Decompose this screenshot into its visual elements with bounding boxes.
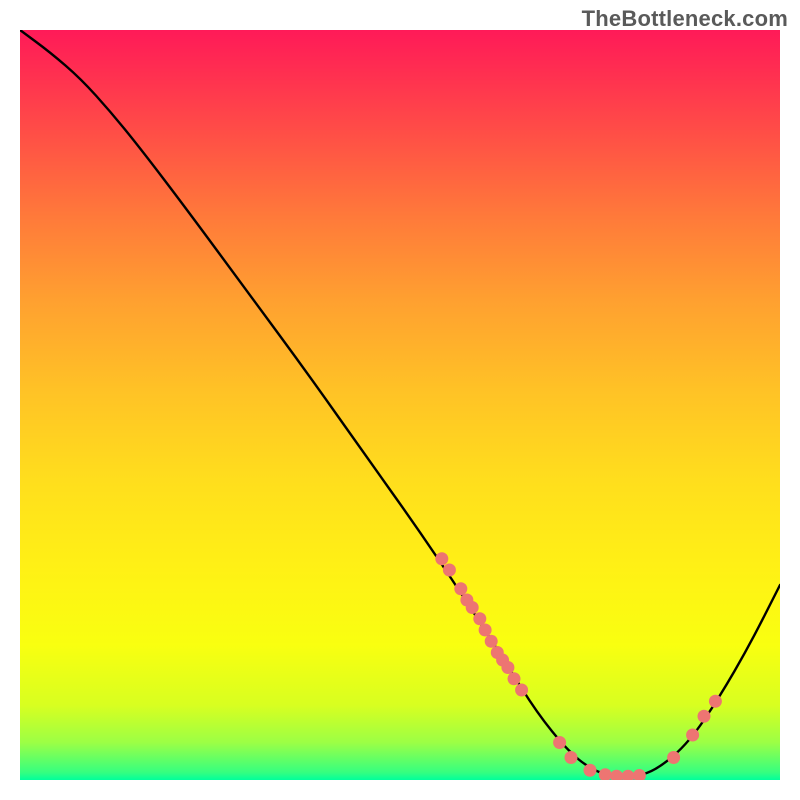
- watermark-text: TheBottleneck.com: [582, 6, 788, 32]
- chart-container: TheBottleneck.com: [0, 0, 800, 800]
- plot-area: [20, 30, 780, 780]
- gradient-background: [20, 30, 780, 780]
